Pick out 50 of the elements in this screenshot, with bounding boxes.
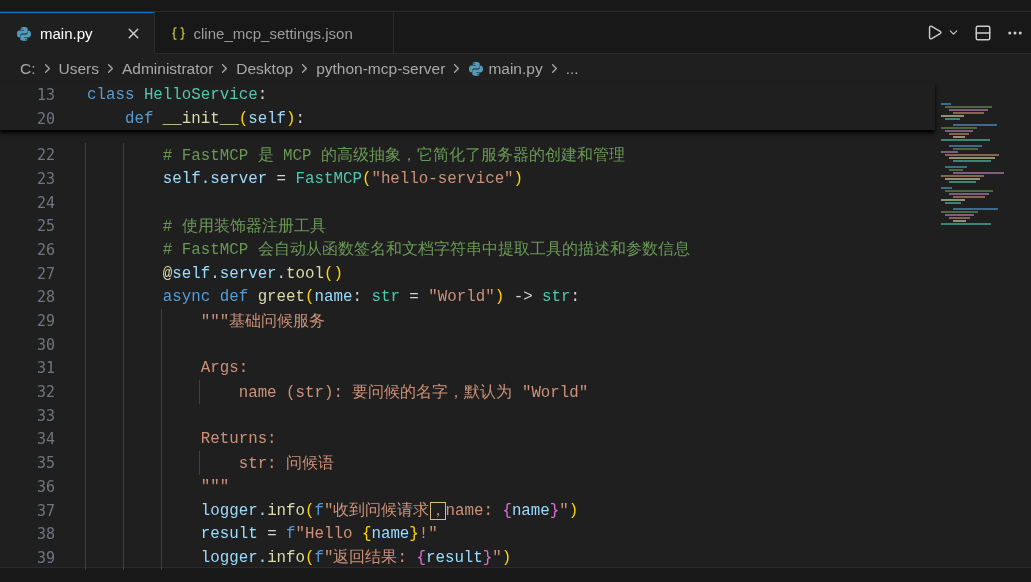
code-line: """基础问候服务 (199, 311, 326, 332)
line-number: 36 (35, 477, 55, 496)
code-line: Returns: (199, 430, 277, 449)
line-number: 33 (35, 406, 55, 425)
code-line: result = f"Hello {name}!" (199, 525, 438, 544)
line-number: 28 (35, 288, 55, 307)
split-editor-icon[interactable] (974, 23, 992, 42)
code-line: def __init__(self): (123, 109, 306, 128)
breadcrumb-item[interactable]: Desktop (236, 59, 294, 78)
run-icon[interactable] (926, 24, 960, 41)
line-number: 32 (35, 383, 55, 402)
code-line: Args: (199, 359, 249, 378)
line-number: 39 (35, 548, 55, 567)
python-icon (468, 60, 485, 77)
line-number: 35 (35, 454, 55, 473)
breadcrumb-item[interactable]: ... (565, 59, 579, 78)
breadcrumb-item[interactable]: Users (58, 59, 99, 78)
code-line: logger.info(f"收到问候请求，name: {name}") (199, 501, 579, 522)
line-number: 24 (35, 193, 55, 212)
line-number: 30 (35, 335, 55, 354)
line-number: 26 (35, 240, 55, 259)
line-number: 22 (35, 146, 55, 165)
breadcrumb-item[interactable]: C: (20, 59, 36, 78)
code-line: # FastMCP 是 MCP 的高级抽象，它简化了服务器的创建和管理 (161, 145, 626, 166)
code-line: async def greet(name: str = "World") -> str: (161, 288, 581, 307)
editor-tab[interactable]: main.py (0, 12, 155, 54)
line-number: 37 (35, 501, 55, 520)
python-icon (16, 25, 32, 42)
breadcrumb-item[interactable]: Administrator (122, 59, 214, 78)
braces-icon (170, 25, 186, 41)
line-number: 13 (35, 85, 55, 104)
code-line: @self.server.tool() (161, 264, 343, 283)
code-line: str: 问候语 (237, 453, 335, 474)
code-line: name (str): 要问候的名字，默认为 "World" (237, 382, 589, 403)
code-line: logger.info(f"返回结果: {result}") (199, 548, 512, 569)
breadcrumb-item[interactable]: main.py (488, 59, 543, 78)
line-number: 23 (35, 169, 55, 188)
code-line: self.server = FastMCP("hello-service") (161, 169, 524, 188)
code-line: """ (199, 477, 230, 496)
code-line: # 使用装饰器注册工具 (161, 216, 326, 237)
code-line: class HelloService: (87, 85, 268, 104)
line-number: 20 (35, 109, 55, 128)
breadcrumb-item[interactable]: python-mcp-server (316, 59, 446, 78)
line-number: 31 (35, 359, 55, 378)
code-line: # FastMCP 会自动从函数签名和文档字符串中提取工具的描述和参数信息 (161, 239, 690, 261)
line-number: 38 (35, 525, 55, 544)
line-number: 34 (35, 430, 55, 449)
line-number: 25 (35, 217, 55, 236)
line-number: 29 (35, 312, 55, 331)
line-number: 27 (35, 264, 55, 283)
